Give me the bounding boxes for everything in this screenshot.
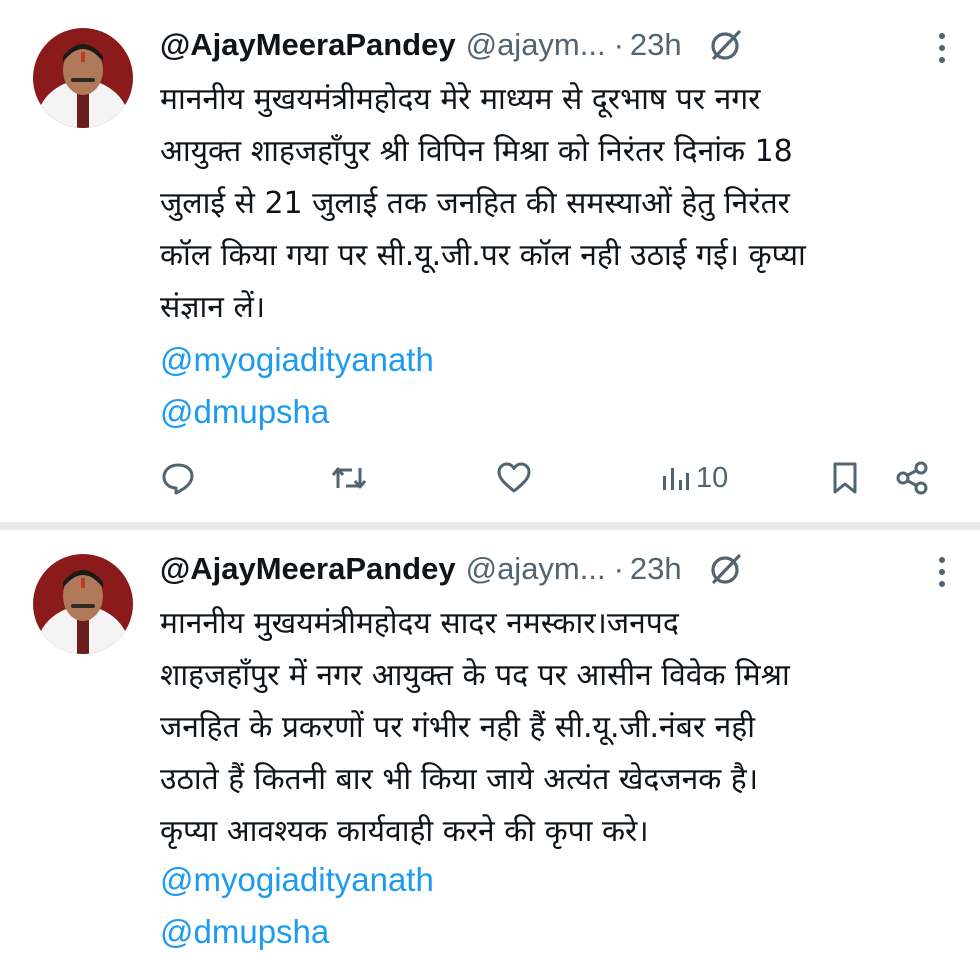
tweet-text-line: आयुक्त शाहजहाँपुर श्री विपिन मिश्रा को न… — [160, 134, 793, 169]
retweet-icon — [331, 467, 367, 489]
tweet-text-line: कॉल किया गया पर सी.यू.जी.पर कॉल नही उठाई… — [160, 238, 806, 273]
tweet-divider — [0, 522, 980, 530]
bookmark-button[interactable] — [830, 456, 860, 500]
reply-icon — [162, 463, 194, 495]
share-icon — [896, 461, 928, 495]
mention-link[interactable]: @myogiadityanath — [160, 854, 434, 906]
more-options-icon[interactable] — [938, 30, 946, 66]
grok-icon[interactable] — [708, 551, 744, 587]
mention-link[interactable]: @myogiadityanath — [160, 334, 434, 386]
tweet-text-line: माननीय मुखयमंत्रीमहोदय सादर नमस्कार।जनपद — [160, 606, 679, 641]
tweet-card[interactable]: @AjayMeeraPandey @ajaym... · 23h माननीय … — [0, 0, 980, 522]
tweet-text-line: संज्ञान लें। — [160, 290, 266, 325]
user-handle[interactable]: @ajaym... — [466, 551, 606, 587]
tweet-text: माननीय मुखयमंत्रीमहोदय सादर नमस्कार।जनपद… — [160, 598, 950, 858]
mention-link[interactable]: @dmupsha — [160, 906, 329, 958]
tweet-text-line: जनहित के प्रकरणों पर गंभीर नही हैं सी.यू… — [160, 710, 755, 745]
retweet-button[interactable] — [330, 456, 368, 500]
mention-link[interactable]: @dmupsha — [160, 386, 329, 438]
share-button[interactable] — [894, 456, 930, 500]
avatar[interactable] — [33, 554, 133, 654]
views-icon — [663, 468, 689, 490]
tweet-card[interactable]: @AjayMeeraPandey @ajaym... · 23h माननीय … — [0, 530, 980, 960]
tweet-header: @AjayMeeraPandey @ajaym... · 23h — [160, 546, 960, 592]
tweet-text-line: माननीय मुखयमंत्रीमहोदय मेरे माध्यम से दू… — [160, 82, 761, 117]
views-count: 10 — [696, 461, 729, 494]
avatar-photo — [33, 554, 133, 654]
display-name[interactable]: @AjayMeeraPandey — [160, 551, 456, 587]
separator-dot: · — [613, 551, 624, 586]
tweet-text-line: शाहजहाँपुर में नगर आयुक्त के पद पर आसीन … — [160, 658, 790, 693]
tweet-text-line: जुलाई से 21 जुलाई तक जनहित की समस्याओं ह… — [160, 186, 790, 221]
like-button[interactable] — [496, 456, 532, 500]
display-name[interactable]: @AjayMeeraPandey — [160, 27, 456, 63]
separator-dot: · — [613, 27, 624, 62]
tweet-text-line: उठाते हैं कितनी बार भी किया जाये अत्यंत … — [160, 762, 759, 797]
action-bar: 10 — [160, 456, 950, 500]
avatar[interactable] — [33, 28, 133, 128]
reply-button[interactable] — [160, 456, 196, 500]
avatar-photo — [33, 28, 133, 128]
more-options-icon[interactable] — [938, 554, 946, 590]
tweet-text: माननीय मुखयमंत्रीमहोदय मेरे माध्यम से दू… — [160, 74, 950, 334]
user-handle[interactable]: @ajaym... — [466, 27, 606, 63]
timestamp[interactable]: 23h — [630, 551, 682, 587]
bookmark-icon — [833, 462, 857, 494]
views-button[interactable]: 10 — [660, 456, 728, 500]
timestamp[interactable]: 23h — [630, 27, 682, 63]
grok-icon[interactable] — [708, 27, 744, 63]
tweet-header: @AjayMeeraPandey @ajaym... · 23h — [160, 22, 960, 68]
heart-icon — [497, 462, 531, 493]
tweet-text-line: कृप्या आवश्यक कार्यवाही करने की कृपा करे… — [160, 814, 649, 849]
